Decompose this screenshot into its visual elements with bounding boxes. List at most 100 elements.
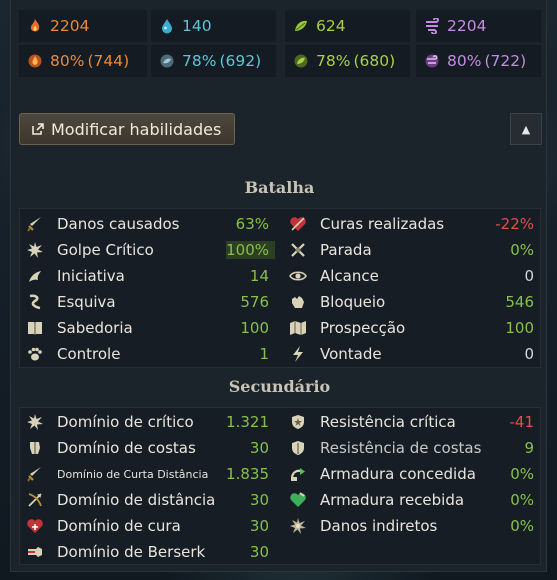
stat-label: Resistência crítica	[320, 413, 456, 431]
air-resistance: 80% (722)	[416, 45, 541, 77]
leaf-icon	[295, 20, 307, 31]
stat-row: Danos indiretos 0%	[283, 513, 540, 539]
stat-label: Alcance	[320, 267, 379, 285]
stat-label: Domínio de costas	[57, 439, 196, 457]
collapse-button[interactable]: ▲	[510, 113, 542, 145]
stat-row: Golpe Crítico 100%	[20, 237, 275, 263]
back-resistance-icon	[292, 441, 304, 455]
fire-resource: 2204	[19, 10, 147, 42]
eye-icon	[289, 271, 307, 281]
earth-resistance: 78% (680)	[285, 45, 410, 77]
batalha-stats-grid: Danos causados 63% Golpe Crítico 100% In…	[19, 208, 541, 368]
stat-value: 100%	[226, 241, 275, 259]
back-mastery-icon	[30, 442, 40, 454]
stat-value: 546	[505, 293, 534, 311]
external-link-icon	[32, 123, 44, 135]
critical-mastery-icon	[27, 414, 43, 430]
fire-resistance: 80% (744)	[19, 45, 147, 77]
dodge-icon	[29, 294, 41, 310]
stat-value: 0	[524, 345, 534, 363]
stat-row: Domínio de crítico 1.321	[20, 409, 275, 435]
heal-mastery-icon	[27, 519, 43, 533]
stat-row: Danos causados 63%	[20, 211, 275, 237]
fire-resistance-percent: 80%	[50, 52, 85, 70]
air-resistance-percent: 80%	[447, 52, 482, 70]
stat-label: Iniciativa	[57, 267, 125, 285]
stat-label: Danos causados	[57, 215, 180, 233]
caret-up-icon: ▲	[521, 122, 531, 136]
water-resistance: 78% (692)	[151, 45, 276, 77]
modify-skills-label: Modificar habilidades	[51, 119, 222, 139]
section-title-batalha: Batalha	[244, 178, 315, 197]
stat-row: Vontade 0	[283, 341, 540, 367]
stat-row: Domínio de Berserk 30	[20, 539, 275, 565]
modify-skills-button[interactable]: Modificar habilidades	[19, 113, 235, 145]
stat-row: Domínio de distância 30	[20, 487, 275, 513]
paw-icon	[28, 347, 42, 361]
stat-label: Domínio de cura	[57, 517, 181, 535]
fire-orb-icon	[28, 54, 42, 68]
air-value: 2204	[447, 17, 487, 35]
stat-value: 30	[249, 439, 269, 457]
stat-label: Danos indiretos	[320, 517, 438, 535]
stat-row: Curas realizadas -22%	[283, 211, 540, 237]
water-resistance-amount: (692)	[219, 52, 262, 70]
parry-icon	[291, 243, 305, 257]
section-title-secundario: Secundário	[228, 377, 331, 396]
stat-label: Bloqueio	[320, 293, 386, 311]
stat-row: Armadura concedida 0%	[283, 461, 540, 487]
stat-value: 0%	[510, 241, 534, 259]
stat-row: Esquiva 576	[20, 289, 275, 315]
stat-label: Curas realizadas	[320, 215, 445, 233]
earth-resource: 624	[285, 10, 410, 42]
water-resistance-percent: 78%	[182, 52, 217, 70]
earth-resistance-amount: (680)	[353, 52, 396, 70]
critical-resistance-icon	[292, 415, 304, 429]
stat-label: Domínio de Berserk	[57, 543, 206, 561]
stat-value: 100	[505, 319, 534, 337]
stat-label: Domínio de Curta Distância	[57, 467, 209, 481]
stat-row: Alcance 0	[283, 263, 540, 289]
stat-value: -41	[509, 413, 535, 431]
initiative-icon	[29, 271, 41, 282]
water-resource: 140	[151, 10, 276, 42]
stat-value: 576	[240, 293, 269, 311]
stat-row: Parada 0%	[283, 237, 540, 263]
element-resources: 2204 140 624 2204 80% (744) 78% (692) 78%(…	[19, 10, 541, 78]
stat-value: 0%	[510, 465, 534, 483]
stat-label: Domínio de crítico	[57, 413, 194, 431]
stat-row: Domínio de Curta Distância 1.835	[20, 461, 275, 487]
stat-value: 1	[259, 345, 269, 363]
berserk-mastery-icon	[28, 547, 42, 557]
stat-value: 100	[240, 319, 269, 337]
stat-label: Resistência de costas	[320, 439, 482, 457]
stat-value: 63%	[235, 215, 269, 233]
stat-row: Controle 1	[20, 341, 275, 367]
armor-received-icon	[290, 492, 306, 507]
fire-value: 2204	[50, 17, 90, 35]
stat-row: Prospecção 100	[283, 315, 540, 341]
stat-value: 0	[524, 267, 534, 285]
sword-icon	[27, 217, 41, 232]
stat-row: Domínio de cura 30	[20, 513, 275, 539]
stat-value: 9	[524, 439, 534, 457]
stat-row: Domínio de costas 30	[20, 435, 275, 461]
stat-row: Bloqueio 546	[283, 289, 540, 315]
stat-row: Resistência crítica -41	[283, 409, 540, 435]
water-drop-icon	[162, 19, 172, 34]
stat-row: Resistência de costas 9	[283, 435, 540, 461]
fire-icon	[30, 19, 40, 32]
stat-value: 1.321	[226, 413, 269, 431]
stat-value: -22%	[495, 215, 534, 233]
indirect-damage-icon	[290, 518, 306, 534]
book-icon	[28, 322, 42, 335]
water-value: 140	[182, 17, 212, 35]
stat-row: Armadura recebida 0%	[283, 487, 540, 513]
earth-value: 624	[316, 17, 346, 35]
air-resource: 2204	[416, 10, 541, 42]
stat-label: Vontade	[320, 345, 382, 363]
stat-value: 1.835	[226, 465, 269, 483]
stat-label: Parada	[320, 241, 372, 259]
fire-resistance-amount: (744)	[87, 52, 130, 70]
armor-given-icon	[290, 468, 305, 481]
